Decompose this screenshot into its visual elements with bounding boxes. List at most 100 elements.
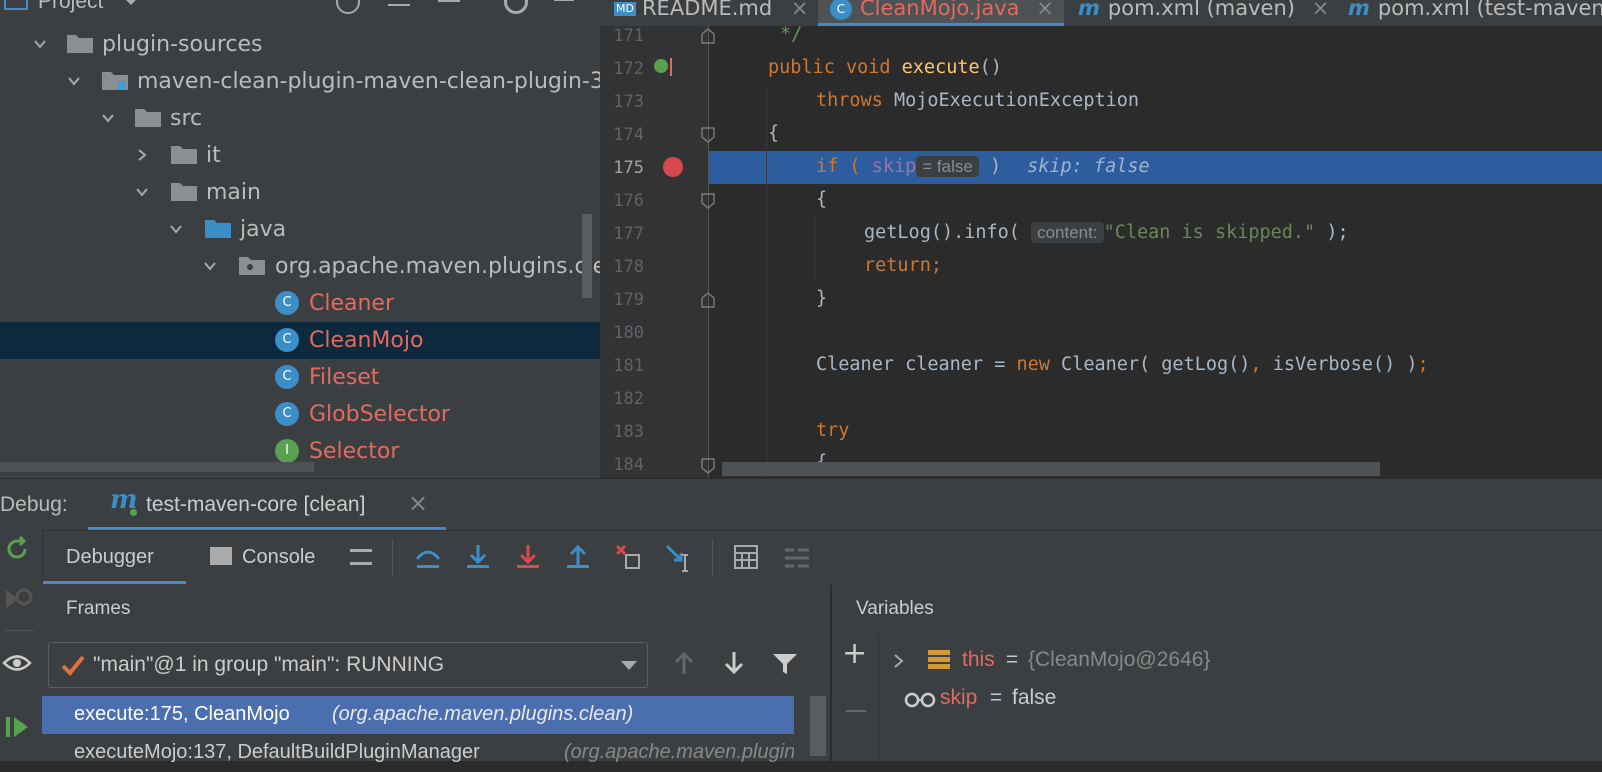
code-line-176: { [816,189,828,210]
frame-row-selected[interactable]: execute:175, CleanMojo (org.apache.maven… [42,696,794,734]
tree-item-it[interactable]: it [0,137,600,174]
arrow-up-icon[interactable] [670,58,672,76]
class-icon: C [830,0,852,20]
variable-row-this[interactable]: this = {CleanMojo@2646} [880,644,1580,678]
close-icon[interactable]: × [1036,0,1054,20]
class-icon: C [275,365,299,389]
drop-frame-icon[interactable] [614,543,642,571]
gear-icon[interactable] [504,0,528,14]
remove-watch-icon[interactable] [846,710,866,712]
implements-icon[interactable] [654,59,668,73]
evaluate-expression-icon[interactable] [734,545,758,569]
tree-item-fileset[interactable]: C Fileset [0,359,600,396]
line-number: 173 [613,92,644,112]
debug-action-strip [0,530,43,761]
chevron-down-icon[interactable] [33,37,47,51]
close-icon[interactable]: × [791,0,809,20]
eye-icon[interactable] [2,652,32,674]
chevron-down-icon[interactable] [124,0,138,5]
tree-item-plugin-sources[interactable]: plugin-sources [0,26,600,63]
locate-icon[interactable] [336,0,360,14]
frames-scrollbar[interactable] [810,696,826,756]
step-over-icon[interactable] [414,543,442,571]
chevron-down-icon[interactable] [101,111,115,125]
tree-item-java[interactable]: java [0,211,600,248]
chevron-down-icon[interactable] [203,259,217,273]
arrow-up-icon[interactable] [672,650,696,676]
force-step-into-icon[interactable] [514,543,542,571]
tree-item-cleanmojo[interactable]: C CleanMojo [0,322,600,359]
tree-item-src[interactable]: src [0,100,600,137]
line-number: 179 [613,290,644,310]
chevron-down-icon[interactable] [621,661,637,670]
code-line-174: { [768,123,780,144]
code-line-177: getLog().info( content: "Clean is skipped… [864,222,1349,243]
chevron-down-icon[interactable] [67,74,81,88]
debug-session-tab[interactable]: m test-maven-core [clean] × [88,479,446,531]
tab-debugger[interactable]: Debugger [42,531,186,585]
tab-console[interactable]: Console [206,531,336,585]
watch-glasses-icon [904,692,936,708]
frame-package: (org.apache.maven.plugins.clean) [332,703,634,725]
expand-all-icon[interactable] [388,4,410,6]
variable-name: this [962,648,995,671]
run-to-cursor-icon[interactable] [664,543,694,573]
tree-item-maven-clean-plugin[interactable]: maven-clean-plugin-maven-clean-plugin-3.… [0,63,600,100]
close-icon[interactable]: × [408,489,428,517]
fold-icon[interactable] [701,458,715,474]
fold-icon[interactable] [701,193,715,209]
chevron-down-icon[interactable] [135,185,149,199]
code-token: throws [816,90,894,111]
variable-eq: = [984,686,1008,709]
tab-pom-maven[interactable]: m pom.xml (maven) × [1078,0,1329,26]
rerun-icon[interactable] [4,536,30,562]
code-token: execute [901,57,980,78]
fold-icon[interactable] [701,292,715,308]
fold-icon[interactable] [701,28,715,44]
filter-icon[interactable] [772,652,798,676]
tab-pom-test-maven-core[interactable]: m pom.xml (test-maven-core) [1348,0,1602,26]
fold-icon[interactable] [701,127,715,143]
project-panel: Project plugin-sources maven-clean-plugi… [0,0,600,478]
object-field-icon [928,650,950,669]
tree-item-globselector[interactable]: C GlobSelector [0,396,600,433]
line-number: 178 [613,257,644,277]
step-out-icon[interactable] [564,543,592,571]
code-token: , [1250,354,1273,375]
step-into-icon[interactable] [464,543,492,571]
line-number: 184 [613,455,644,475]
tree-item-package[interactable]: org.apache.maven.plugins.clean [0,248,600,285]
frame-row[interactable]: executeMojo:137, DefaultBuildPluginManag… [42,734,794,772]
frames-panel: Frames "main"@1 in group "main": RUNNING… [42,584,830,763]
chevron-right-icon[interactable] [135,148,149,162]
chevron-down-icon[interactable] [169,222,183,236]
line-number: 177 [613,224,644,244]
variable-row-skip[interactable]: skip = false [880,682,1580,716]
thread-label: "main"@1 in group "main": RUNNING [93,653,445,676]
folder-icon [171,146,197,164]
tree-item-main[interactable]: main [0,174,600,211]
editor-horizontal-scrollbar[interactable] [722,462,1380,476]
breakpoint-icon[interactable] [663,157,683,177]
layout-icon[interactable] [350,549,372,565]
project-horizontal-scrollbar[interactable] [0,462,314,472]
thread-selector[interactable]: "main"@1 in group "main": RUNNING [48,642,648,688]
add-watch-icon[interactable]: + [842,636,867,671]
collapse-all-icon[interactable] [438,0,460,2]
project-vertical-scrollbar[interactable] [582,214,592,298]
arrow-down-icon[interactable] [722,650,746,676]
trace-icon[interactable] [784,547,810,569]
tree-label: it [206,143,221,168]
code-line-179: } [816,288,828,309]
resume-icon[interactable] [4,714,30,740]
tab-readme[interactable]: MD README.md × [614,0,809,26]
tree-item-cleaner[interactable]: C Cleaner [0,285,600,322]
code-token: "Clean is skipped." [1103,222,1316,243]
hide-icon[interactable] [554,0,574,1]
project-title[interactable]: Project [38,0,103,14]
close-icon[interactable]: × [1312,0,1330,20]
tab-cleanmojo[interactable]: C CleanMojo.java × [818,0,1064,26]
mute-breakpoints-icon[interactable] [4,586,34,612]
chevron-right-icon[interactable] [892,653,906,669]
variable-eq: = [1000,648,1024,671]
